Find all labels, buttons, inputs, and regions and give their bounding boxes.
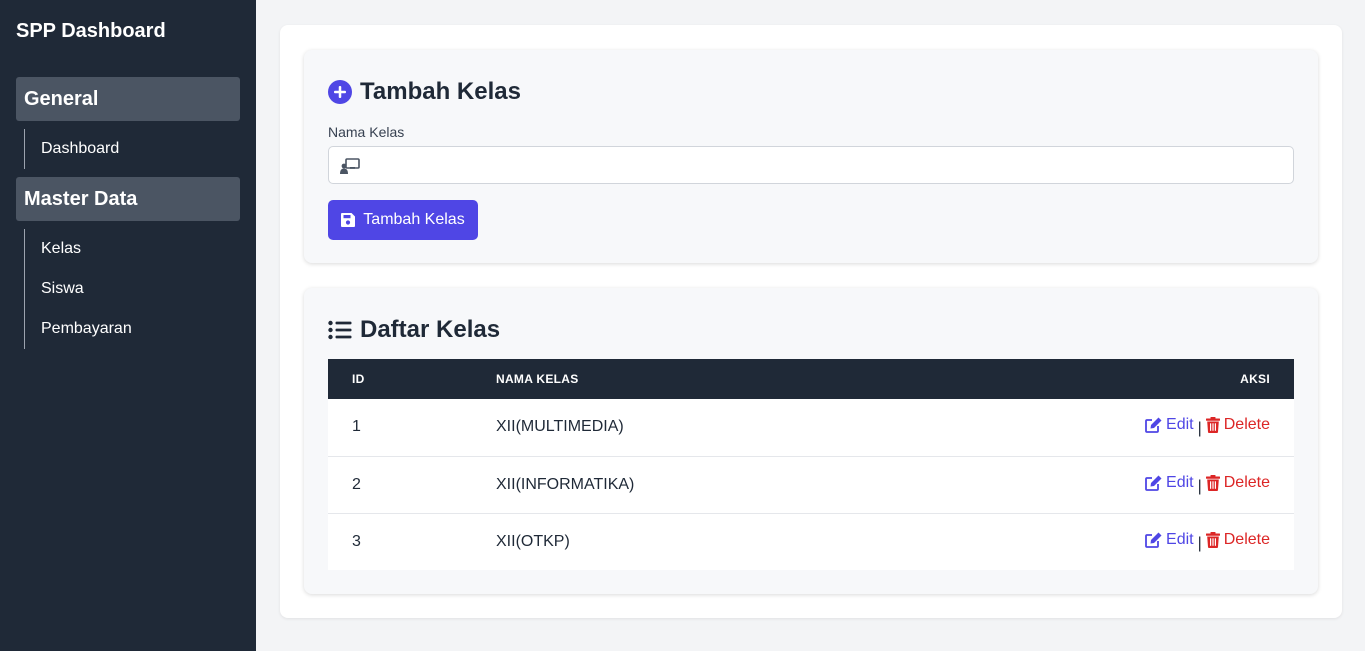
row-actions: Edit | Delete: [996, 513, 1294, 570]
sidebar-item-siswa[interactable]: Siswa: [25, 269, 132, 309]
row-actions: Edit | Delete: [996, 456, 1294, 513]
save-icon: [341, 213, 356, 227]
column-header-name: NAMA KELAS: [496, 372, 579, 386]
action-separator: |: [1197, 534, 1202, 552]
sidebar-item-pembayaran[interactable]: Pembayaran: [25, 309, 132, 349]
row-class-name: XII(MULTIMEDIA): [496, 418, 624, 436]
class-name-input[interactable]: [367, 147, 1287, 183]
edit-label: Edit: [1166, 473, 1194, 491]
trash-icon: [1205, 417, 1220, 434]
sidebar-sublist-master-data: Kelas Siswa Pembayaran: [24, 229, 132, 349]
delete-label: Delete: [1223, 416, 1270, 434]
edit-label: Edit: [1166, 530, 1194, 548]
trash-icon: [1205, 531, 1220, 548]
table-row: 1 XII(MULTIMEDIA) Edit | Delete: [328, 399, 1294, 456]
table-row: 3 XII(OTKP) Edit | Delete: [328, 513, 1294, 570]
action-separator: |: [1197, 420, 1202, 438]
edit-icon: [1145, 475, 1162, 491]
add-class-card: Tambah Kelas Nama Kelas Tambah Kelas: [304, 50, 1318, 263]
class-list-title-text: Daftar Kelas: [360, 316, 501, 343]
add-class-title-text: Tambah Kelas: [360, 78, 521, 105]
class-list-card: Daftar Kelas ID NAMA KELAS AKSI 1 XII(MU…: [304, 288, 1318, 594]
edit-button[interactable]: Edit: [1145, 416, 1194, 434]
delete-button[interactable]: Delete: [1205, 473, 1270, 492]
row-id: 3: [352, 532, 361, 550]
edit-button[interactable]: Edit: [1145, 531, 1194, 549]
class-name-field[interactable]: [328, 146, 1294, 184]
table-row: 2 XII(INFORMATIKA) Edit | Delete: [328, 456, 1294, 513]
sidebar-group-master-data[interactable]: Master Data: [16, 177, 240, 221]
action-separator: |: [1197, 477, 1202, 495]
sidebar: SPP Dashboard General Dashboard Master D…: [0, 0, 256, 651]
main-panel: Tambah Kelas Nama Kelas Tambah Kelas Daf…: [280, 25, 1342, 618]
delete-label: Delete: [1223, 473, 1270, 491]
class-table: ID NAMA KELAS AKSI 1 XII(MULTIMEDIA) Edi…: [328, 359, 1294, 570]
column-header-action: AKSI: [1240, 372, 1270, 386]
edit-icon: [1145, 417, 1162, 434]
delete-button[interactable]: Delete: [1205, 530, 1270, 549]
edit-icon: [1145, 532, 1162, 548]
row-id: 2: [352, 475, 361, 493]
brand-title: SPP Dashboard: [16, 20, 166, 42]
add-class-button-label: Tambah Kelas: [363, 211, 465, 228]
edit-button[interactable]: Edit: [1145, 474, 1194, 492]
sidebar-sublist-general: Dashboard: [24, 129, 119, 169]
sidebar-item-kelas[interactable]: Kelas: [25, 229, 132, 269]
plus-circle-icon: [328, 80, 352, 104]
table-header-row: ID NAMA KELAS AKSI: [328, 359, 1294, 399]
add-class-button[interactable]: Tambah Kelas: [328, 200, 478, 240]
chalkboard-teacher-icon: [340, 158, 360, 179]
row-id: 1: [352, 418, 361, 436]
add-class-title: Tambah Kelas: [328, 78, 521, 106]
trash-icon: [1205, 474, 1220, 491]
column-header-id: ID: [352, 372, 365, 386]
class-name-label: Nama Kelas: [328, 124, 405, 140]
row-actions: Edit | Delete: [996, 399, 1294, 456]
sidebar-group-general[interactable]: General: [16, 77, 240, 121]
row-class-name: XII(OTKP): [496, 532, 570, 550]
edit-label: Edit: [1166, 416, 1194, 434]
sidebar-item-dashboard[interactable]: Dashboard: [25, 129, 119, 169]
delete-label: Delete: [1223, 530, 1270, 548]
class-list-title: Daftar Kelas: [328, 316, 500, 344]
list-icon: [328, 320, 352, 340]
delete-button[interactable]: Delete: [1205, 416, 1270, 434]
row-class-name: XII(INFORMATIKA): [496, 475, 635, 493]
